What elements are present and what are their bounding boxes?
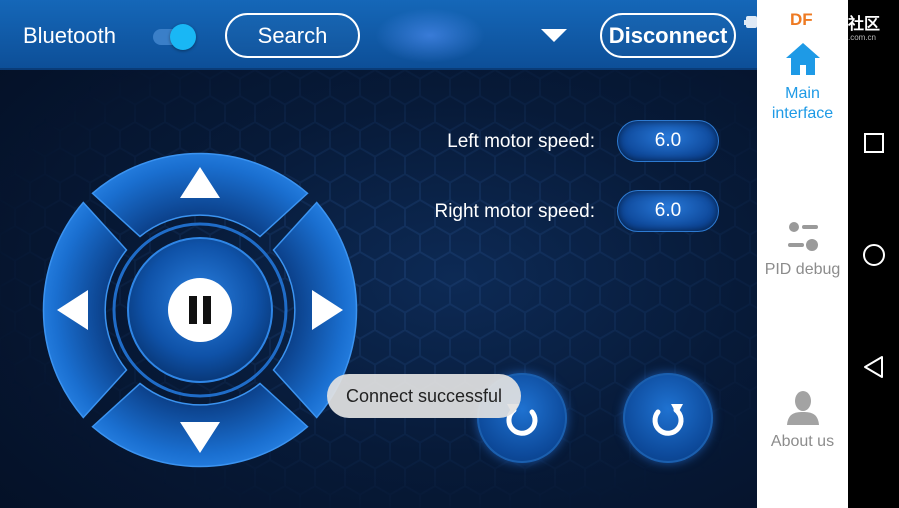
rotate-cw-icon: [652, 404, 684, 436]
right-motor-speed-label: Right motor speed:: [434, 201, 595, 222]
right-motor-speed-value[interactable]: 6.0: [617, 190, 719, 232]
sidebar-item-label: PID debug: [764, 261, 841, 278]
toggle-knob: [170, 24, 196, 50]
top-bar: Bluetooth Search Disconnect: [0, 0, 757, 70]
toast-message: Connect successful: [327, 374, 521, 418]
sliders-icon: [787, 222, 818, 251]
home-circle-icon[interactable]: [862, 243, 886, 267]
disconnect-button[interactable]: Disconnect: [600, 13, 736, 58]
sidebar-item-main-interface[interactable]: Main interface: [757, 40, 848, 124]
brand-text: 社区: [848, 16, 881, 33]
robot-icon: [744, 16, 757, 28]
back-icon[interactable]: [862, 355, 886, 379]
left-motor-speed-value[interactable]: 6.0: [617, 120, 719, 162]
df-logo: DF: [790, 10, 813, 29]
left-motor-speed-label: Left motor speed:: [447, 131, 595, 152]
main-interface: Bluetooth Search Disconnect Left motor s…: [0, 0, 757, 508]
rotate-right-button[interactable]: [623, 373, 713, 463]
bluetooth-toggle[interactable]: [153, 24, 197, 50]
device-dropdown-arrow-icon[interactable]: [541, 29, 567, 42]
sidebar-item-pid-debug[interactable]: PID debug: [757, 218, 848, 280]
home-icon: [785, 43, 820, 75]
sidebar-item-label: Main interface: [771, 85, 834, 122]
bluetooth-label: Bluetooth: [23, 23, 116, 48]
direction-pad: [42, 152, 358, 468]
brand-subtext: .com.cn: [848, 33, 877, 42]
decorative-glow: [375, 8, 485, 63]
sidebar-item-about-us[interactable]: About us: [757, 388, 848, 452]
sidebar-item-label: About us: [770, 433, 835, 450]
user-icon: [786, 391, 819, 425]
pause-button[interactable]: [127, 237, 273, 383]
recents-icon[interactable]: [862, 131, 886, 155]
search-button[interactable]: Search: [225, 13, 360, 58]
